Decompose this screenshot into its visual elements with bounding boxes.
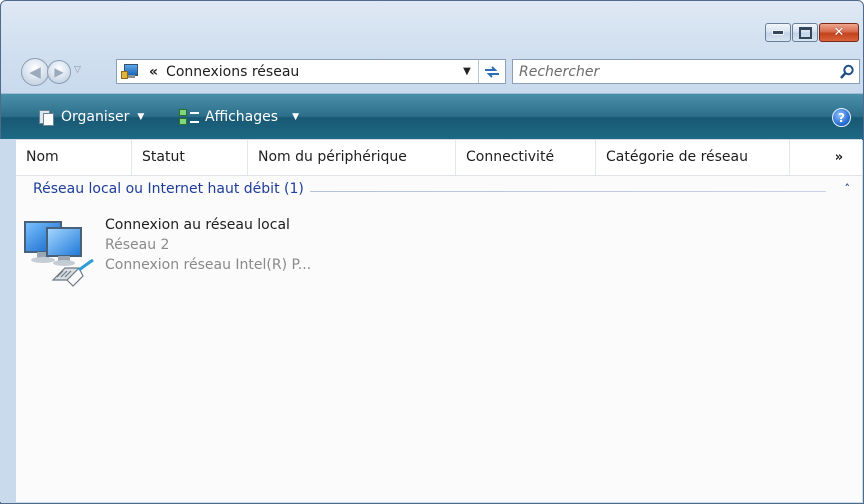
more-columns-button[interactable]: »	[816, 140, 862, 175]
organize-button[interactable]: Organiser ▼	[37, 94, 144, 140]
help-icon: ?	[838, 110, 845, 125]
file-list-pane: Nom Statut Nom du périphérique Connectiv…	[16, 139, 862, 502]
refresh-button[interactable]	[478, 60, 505, 83]
breadcrumb-connexions-reseau[interactable]: Connexions réseau	[166, 64, 456, 80]
organize-icon	[37, 109, 55, 126]
command-bar: Organiser ▼ Affichages ▼ ?	[1, 93, 863, 140]
chevron-down-icon: ▼	[137, 112, 145, 122]
group-title: Réseau local ou Internet haut débit (1)	[33, 181, 310, 197]
recent-pages-dropdown[interactable]: ▽	[74, 65, 81, 75]
column-header-nom[interactable]: Nom	[16, 140, 132, 175]
chevron-down-icon: ▼	[292, 112, 299, 122]
group-header[interactable]: Réseau local ou Internet haut débit (1) …	[16, 176, 862, 204]
minimize-icon	[772, 30, 784, 35]
search-icon[interactable]	[835, 60, 859, 83]
connection-device: Connexion réseau Intel(R) P...	[105, 257, 312, 273]
maximize-icon	[798, 26, 812, 39]
column-header-connectivite[interactable]: Connectivité	[456, 140, 596, 175]
list-item[interactable]: Connexion au réseau local Réseau 2 Conne…	[23, 212, 403, 292]
connection-name: Connexion au réseau local	[105, 217, 290, 233]
collapse-group-icon[interactable]: ˄	[845, 182, 851, 195]
column-header-nom-peripherique[interactable]: Nom du périphérique	[248, 140, 456, 175]
left-frame-strip	[0, 139, 16, 502]
minimize-button[interactable]	[765, 23, 791, 42]
views-button[interactable]: Affichages ▼	[179, 94, 299, 140]
column-header-categorie-reseau[interactable]: Catégorie de réseau	[596, 140, 790, 175]
breadcrumb-overflow-button[interactable]: «	[149, 64, 158, 80]
forward-button[interactable]: ▶	[47, 60, 71, 84]
forward-arrow-icon: ▶	[54, 65, 64, 79]
maximize-button[interactable]	[792, 23, 818, 42]
network-connections-icon	[121, 63, 141, 81]
address-dropdown-icon[interactable]: ▼	[456, 66, 478, 77]
network-adapter-icon	[24, 221, 94, 287]
column-headers: Nom Statut Nom du périphérique Connectiv…	[16, 140, 862, 176]
search-box[interactable]	[512, 59, 860, 84]
column-header-statut[interactable]: Statut	[132, 140, 248, 175]
organize-label: Organiser	[61, 109, 130, 125]
back-button[interactable]: ◀	[21, 58, 49, 86]
back-arrow-icon: ◀	[29, 63, 41, 81]
connection-network: Réseau 2	[105, 237, 170, 253]
views-label: Affichages	[205, 109, 279, 125]
views-icon	[179, 109, 199, 125]
close-button[interactable]: ✕	[819, 23, 859, 42]
search-input[interactable]	[513, 60, 835, 83]
help-button[interactable]: ?	[832, 108, 851, 127]
address-bar[interactable]: « Connexions réseau ▼	[116, 59, 506, 84]
close-icon: ✕	[833, 25, 845, 40]
refresh-icon	[485, 65, 499, 78]
caption-buttons: ✕	[764, 23, 859, 43]
